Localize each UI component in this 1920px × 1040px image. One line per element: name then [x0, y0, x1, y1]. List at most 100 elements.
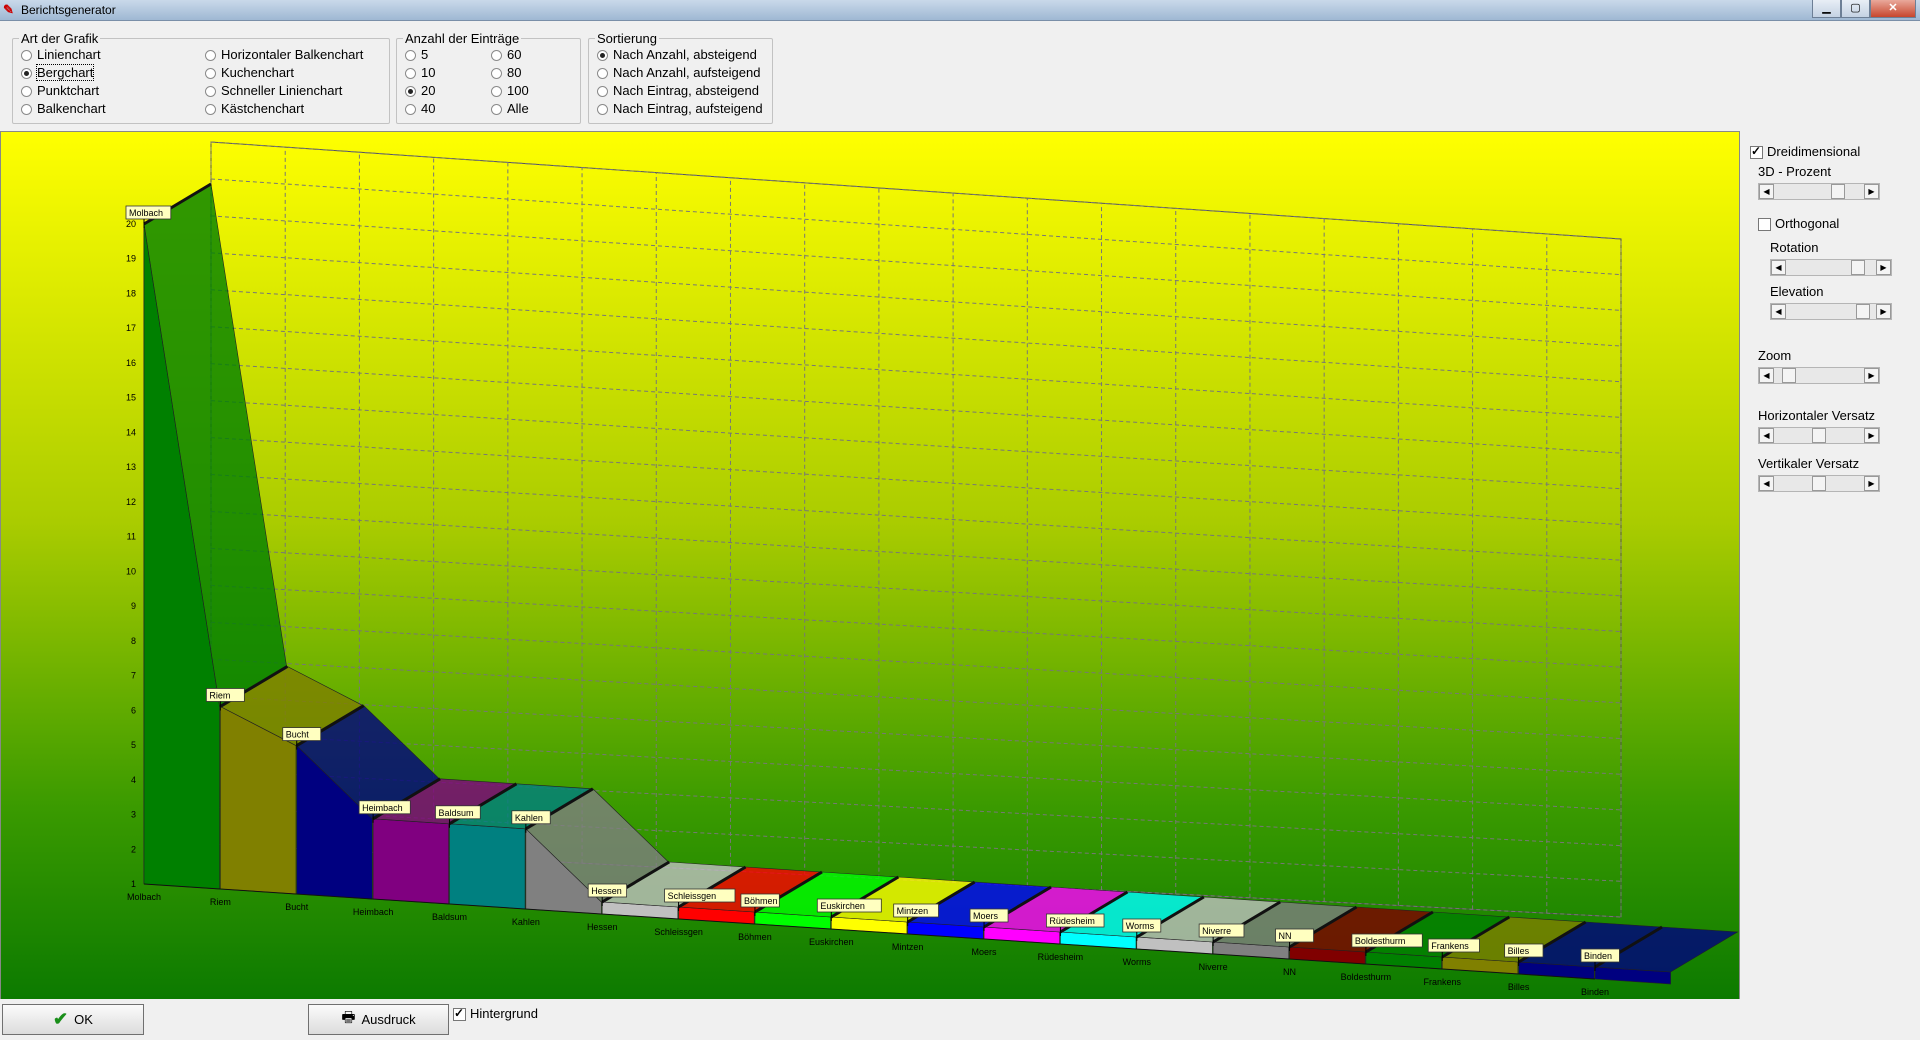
slider-thumb[interactable]	[1812, 428, 1826, 443]
arrow-right-icon[interactable]: ▶	[1876, 260, 1891, 275]
sortierung-legend: Sortierung	[595, 31, 659, 46]
data-label: Boldesthurm	[1355, 936, 1406, 946]
x-tick-label: Frankens	[1423, 977, 1461, 987]
data-label: Riem	[209, 690, 230, 700]
arrow-left-icon[interactable]: ◀	[1759, 428, 1774, 443]
art-der-grafik-legend: Art der Grafik	[19, 31, 101, 46]
radio-anzahl-alle[interactable]: Alle	[489, 101, 529, 117]
elevation-slider[interactable]: ◀ ▶	[1770, 303, 1892, 320]
orthogonal-checkbox[interactable]: Orthogonal	[1758, 216, 1839, 232]
radio-anzahl-60[interactable]: 60	[489, 47, 521, 63]
radio-anzahl-10[interactable]: 10	[403, 65, 435, 81]
radio-anzahl-aufsteigend[interactable]: Nach Anzahl, aufsteigend	[595, 65, 760, 81]
elevation-label: Elevation	[1770, 284, 1824, 299]
x-tick-label: NN	[1283, 967, 1296, 977]
x-tick-label: Böhmen	[738, 932, 772, 942]
window-title: Berichtsgenerator	[21, 3, 116, 17]
slider-thumb[interactable]	[1850, 260, 1865, 275]
arrow-left-icon[interactable]: ◀	[1759, 184, 1774, 199]
radio-punktchart[interactable]: Punktchart	[19, 83, 99, 99]
x-tick-label: Rüdesheim	[1038, 952, 1084, 962]
arrow-right-icon[interactable]: ▶	[1864, 428, 1879, 443]
area-segment	[449, 823, 526, 910]
grid-line	[210, 289, 1622, 383]
radio-schneller-linienchart[interactable]: Schneller Linienchart	[203, 83, 342, 99]
vversatz-label: Vertikaler Versatz	[1758, 456, 1860, 471]
x-tick-label: Heimbach	[353, 907, 394, 917]
y-tick-label: 6	[131, 705, 136, 715]
radio-linienchart[interactable]: Linienchart	[19, 47, 101, 63]
y-tick-label: 1	[131, 879, 136, 889]
x-tick-label: Moers	[972, 947, 998, 957]
ok-button[interactable]: ✔ OK	[2, 1004, 144, 1035]
grid-line	[210, 252, 1622, 347]
radio-kaestchenchart[interactable]: Kästchenchart	[203, 101, 304, 117]
x-tick-label: Molbach	[127, 892, 161, 902]
grid-line	[210, 437, 1622, 525]
prozent-slider[interactable]: ◀ ▶	[1758, 183, 1880, 200]
y-tick-label: 15	[126, 393, 136, 403]
zoom-slider[interactable]: ◀ ▶	[1758, 367, 1880, 384]
radio-anzahl-20[interactable]: 20	[403, 83, 435, 99]
arrow-left-icon[interactable]: ◀	[1759, 368, 1774, 383]
ok-label: OK	[74, 1012, 93, 1027]
anzahl-legend: Anzahl der Einträge	[403, 31, 522, 46]
radio-balkenchart[interactable]: Balkenchart	[19, 101, 106, 117]
radio-bergchart[interactable]: Bergchart	[19, 64, 95, 81]
art-der-grafik-group: Art der Grafik Linienchart Bergchart Pun…	[12, 31, 390, 124]
window-controls: ▁ ▢ ✕	[1812, 0, 1916, 18]
slider-thumb[interactable]	[1781, 368, 1796, 383]
y-tick-label: 17	[126, 323, 136, 333]
radio-anzahl-100[interactable]: 100	[489, 83, 529, 99]
radio-eintrag-aufsteigend[interactable]: Nach Eintrag, aufsteigend	[595, 101, 763, 117]
arrow-left-icon[interactable]: ◀	[1759, 476, 1774, 491]
dreidimensional-checkbox[interactable]: Dreidimensional	[1750, 143, 1860, 160]
close-button[interactable]: ✕	[1870, 0, 1916, 18]
radio-anzahl-absteigend[interactable]: Nach Anzahl, absteigend	[595, 47, 757, 63]
ausdruck-button[interactable]: 🖶 Ausdruck	[308, 1004, 449, 1035]
sortierung-group: Sortierung Nach Anzahl, absteigend Nach …	[588, 31, 773, 124]
x-tick-label: Worms	[1123, 957, 1152, 967]
x-tick-label: Kahlen	[512, 917, 540, 927]
radio-anzahl-5[interactable]: 5	[403, 47, 428, 63]
radio-anzahl-80[interactable]: 80	[489, 65, 521, 81]
minimize-button[interactable]: ▁	[1812, 0, 1841, 18]
hversatz-slider[interactable]: ◀ ▶	[1758, 427, 1880, 444]
slider-thumb[interactable]	[1855, 304, 1870, 319]
radio-eintrag-absteigend[interactable]: Nach Eintrag, absteigend	[595, 83, 759, 99]
slider-thumb[interactable]	[1831, 184, 1845, 199]
y-tick-label: 7	[131, 671, 136, 681]
radio-kuchenchart[interactable]: Kuchenchart	[203, 65, 294, 81]
data-label: Kahlen	[515, 813, 543, 823]
prozent-label: 3D - Prozent	[1758, 164, 1831, 179]
y-tick-label: 11	[127, 532, 136, 542]
hintergrund-checkbox[interactable]: Hintergrund	[453, 1005, 538, 1022]
mountain-chart: 1234567891011121314151617181920MolbachMo…	[125, 141, 1739, 997]
arrow-left-icon[interactable]: ◀	[1771, 304, 1786, 319]
arrow-right-icon[interactable]: ▶	[1864, 476, 1879, 491]
data-label: Baldsum	[438, 808, 473, 818]
maximize-button[interactable]: ▢	[1841, 0, 1870, 18]
data-label: Binden	[1584, 951, 1612, 961]
rotation-slider[interactable]: ◀ ▶	[1770, 259, 1892, 276]
data-label: Böhmen	[744, 896, 778, 906]
anzahl-group: Anzahl der Einträge 5 10 20 40 60 80 100…	[396, 31, 581, 124]
arrow-right-icon[interactable]: ▶	[1864, 184, 1879, 199]
y-tick-label: 10	[126, 566, 136, 576]
arrow-left-icon[interactable]: ◀	[1771, 260, 1786, 275]
area-segment	[372, 818, 450, 905]
arrow-right-icon[interactable]: ▶	[1864, 368, 1879, 383]
data-label: NN	[1279, 931, 1292, 941]
grid-line	[210, 363, 1622, 454]
grid-line	[210, 326, 1622, 418]
data-label: Hessen	[591, 886, 622, 896]
vversatz-slider[interactable]: ◀ ▶	[1758, 475, 1880, 492]
chart-area: 1 2 3 4 5 6 7 8 9 10 11 12 13 14 15 16 17 18 19 20 Molbach Mo…	[0, 131, 1740, 1000]
title-bar: ✎ Berichtsgenerator ▁ ▢ ✕	[0, 0, 1920, 21]
slider-thumb[interactable]	[1812, 476, 1826, 491]
side-panel: Dreidimensional 3D - Prozent ◀ ▶ Orthogo…	[1740, 131, 1920, 998]
radio-horizontaler-balkenchart[interactable]: Horizontaler Balkenchart	[203, 47, 363, 63]
arrow-right-icon[interactable]: ▶	[1876, 304, 1891, 319]
x-tick-label: Mintzen	[892, 942, 924, 952]
radio-anzahl-40[interactable]: 40	[403, 101, 435, 117]
